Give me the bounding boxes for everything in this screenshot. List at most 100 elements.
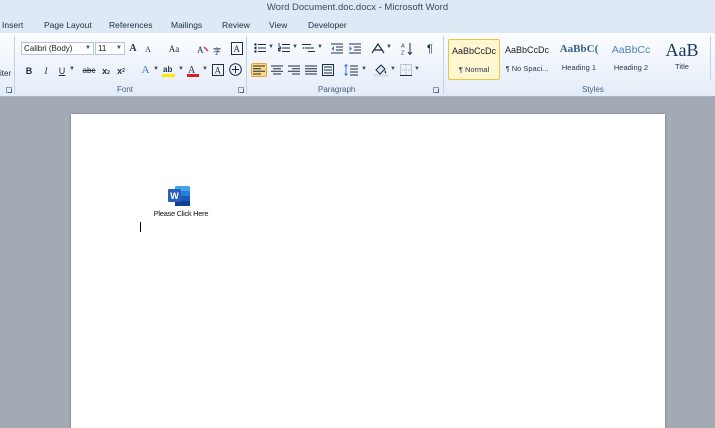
font-size-value: 11 — [98, 44, 107, 53]
chevron-down-icon[interactable]: ▼ — [414, 66, 420, 72]
svg-text:A: A — [197, 45, 204, 55]
font-name-select[interactable]: Calibri (Body) ▼ — [21, 42, 94, 55]
phonetic-guide-icon[interactable]: 字 — [213, 43, 225, 55]
chevron-down-icon[interactable]: ▼ — [178, 66, 184, 72]
font-color-icon[interactable]: A — [187, 63, 199, 77]
svg-text:ab: ab — [163, 65, 172, 74]
document-page[interactable]: W Please Click Here — [71, 114, 665, 428]
change-case-button[interactable]: Aa — [166, 42, 182, 56]
shrink-font-button[interactable]: A — [143, 43, 153, 57]
decrease-indent-icon[interactable] — [331, 43, 343, 54]
asian-layout-icon[interactable] — [371, 42, 385, 54]
svg-text:Z: Z — [401, 51, 405, 56]
superscript-button[interactable]: x2 — [116, 64, 126, 78]
align-right-icon[interactable] — [288, 65, 300, 75]
ribbon: iter Calibri (Body) ▼ 11 ▼ A A Aa A 字 A … — [0, 33, 715, 97]
style-name: Heading 1 — [561, 63, 597, 72]
bold-button[interactable]: B — [24, 64, 34, 78]
svg-text:A: A — [215, 66, 222, 76]
svg-text:A: A — [401, 44, 405, 50]
tab-view[interactable]: View — [269, 19, 287, 31]
chevron-down-icon[interactable]: ▼ — [202, 66, 208, 72]
borders-icon[interactable] — [400, 64, 412, 76]
subscript-button[interactable]: x2 — [101, 64, 111, 78]
font-size-select[interactable]: 11 ▼ — [95, 42, 125, 55]
chevron-down-icon: ▼ — [116, 45, 122, 51]
style-sample: AaBbCcDc — [504, 45, 549, 55]
tab-review[interactable]: Review — [222, 19, 250, 31]
style-name: ¶ No Spaci... — [505, 64, 549, 73]
chevron-down-icon[interactable]: ▼ — [386, 44, 392, 50]
grow-font-button[interactable]: A — [127, 42, 139, 56]
show-formatting-marks-button[interactable]: ¶ — [424, 42, 436, 56]
style-name: Heading 2 — [613, 63, 649, 72]
increase-indent-icon[interactable] — [349, 43, 361, 54]
sort-icon[interactable]: AZ — [401, 42, 413, 55]
underline-button[interactable]: U — [57, 64, 67, 78]
tab-mailings[interactable]: Mailings — [171, 19, 202, 31]
chevron-down-icon[interactable]: ▼ — [317, 44, 323, 50]
chevron-down-icon[interactable]: ▼ — [361, 66, 367, 72]
character-border-icon[interactable]: A — [231, 42, 243, 55]
chevron-down-icon: ▼ — [85, 45, 91, 51]
paragraph-group-label: Paragraph — [318, 85, 356, 94]
chevron-down-icon[interactable]: ▼ — [292, 44, 298, 50]
align-center-icon[interactable] — [271, 65, 283, 75]
title-bar: Word Document.doc.docx - Microsoft Word — [0, 0, 715, 17]
group-separator — [246, 36, 247, 94]
word-app-icon: W — [168, 186, 190, 206]
text-effects-button[interactable]: A — [140, 63, 151, 77]
embedded-object-label: Please Click Here — [153, 209, 209, 218]
tab-page-layout[interactable]: Page Layout — [44, 19, 92, 31]
style-sample: AaB — [665, 40, 699, 60]
styles-gallery-scroll-edge[interactable] — [710, 36, 711, 80]
tab-references[interactable]: References — [109, 19, 152, 31]
styles-group-label: Styles — [582, 85, 604, 94]
italic-button[interactable]: I — [41, 64, 51, 78]
style-title[interactable]: AaB Title — [657, 39, 707, 80]
font-group-label: Font — [117, 85, 134, 94]
multilevel-list-icon[interactable] — [302, 43, 315, 54]
style-sample: AaBbCc — [611, 44, 651, 56]
style-name: Title — [675, 62, 689, 71]
numbering-icon[interactable] — [278, 43, 290, 53]
document-canvas[interactable]: W Please Click Here — [0, 98, 715, 428]
font-launcher-icon[interactable] — [238, 87, 244, 93]
highlighter-icon[interactable]: ab — [162, 63, 176, 77]
align-left-button[interactable] — [251, 63, 267, 77]
clipboard-launcher-icon[interactable] — [6, 87, 12, 93]
style-heading-2[interactable]: AaBbCc Heading 2 — [605, 39, 657, 80]
ribbon-tab-strip: Insert Page Layout References Mailings R… — [0, 17, 715, 33]
clear-formatting-icon[interactable]: A — [197, 43, 209, 55]
chevron-down-icon[interactable]: ▼ — [268, 44, 274, 50]
style-no-spacing[interactable]: AaBbCcDc ¶ No Spaci... — [501, 39, 553, 80]
word-icon-letter: W — [170, 191, 179, 201]
enclosed-characters-icon[interactable] — [229, 63, 242, 76]
paragraph-launcher-icon[interactable] — [433, 87, 439, 93]
chevron-down-icon[interactable]: ▼ — [69, 66, 75, 72]
justify-icon[interactable] — [305, 65, 317, 75]
tab-insert[interactable]: Insert — [2, 19, 23, 31]
group-separator — [443, 36, 444, 94]
chevron-down-icon[interactable]: ▼ — [390, 66, 396, 72]
shading-icon[interactable] — [374, 63, 388, 77]
format-painter-label[interactable]: iter — [0, 69, 11, 78]
tab-developer[interactable]: Developer — [308, 19, 347, 31]
chevron-down-icon[interactable]: ▼ — [153, 66, 159, 72]
distributed-icon[interactable] — [322, 64, 334, 76]
strikethrough-button[interactable]: abc — [81, 64, 97, 78]
style-normal[interactable]: AaBbCcDc ¶ Normal — [448, 39, 500, 80]
group-separator — [14, 36, 15, 94]
style-heading-1[interactable]: AaBbC( Heading 1 — [553, 39, 605, 80]
font-name-value: Calibri (Body) — [24, 44, 73, 53]
subscript-marker-icon: 2 — [107, 70, 110, 76]
style-sample: AaBbC( — [559, 43, 599, 55]
embedded-word-object[interactable]: W Please Click Here — [146, 185, 216, 221]
text-cursor — [140, 222, 141, 232]
superscript-marker-icon: 2 — [122, 68, 125, 74]
window-title: Word Document.doc.docx - Microsoft Word — [266, 2, 449, 13]
enclose-characters-icon[interactable]: A — [212, 64, 224, 76]
bullets-icon[interactable] — [254, 43, 266, 53]
svg-text:A: A — [234, 44, 241, 54]
line-spacing-icon[interactable] — [344, 64, 358, 76]
